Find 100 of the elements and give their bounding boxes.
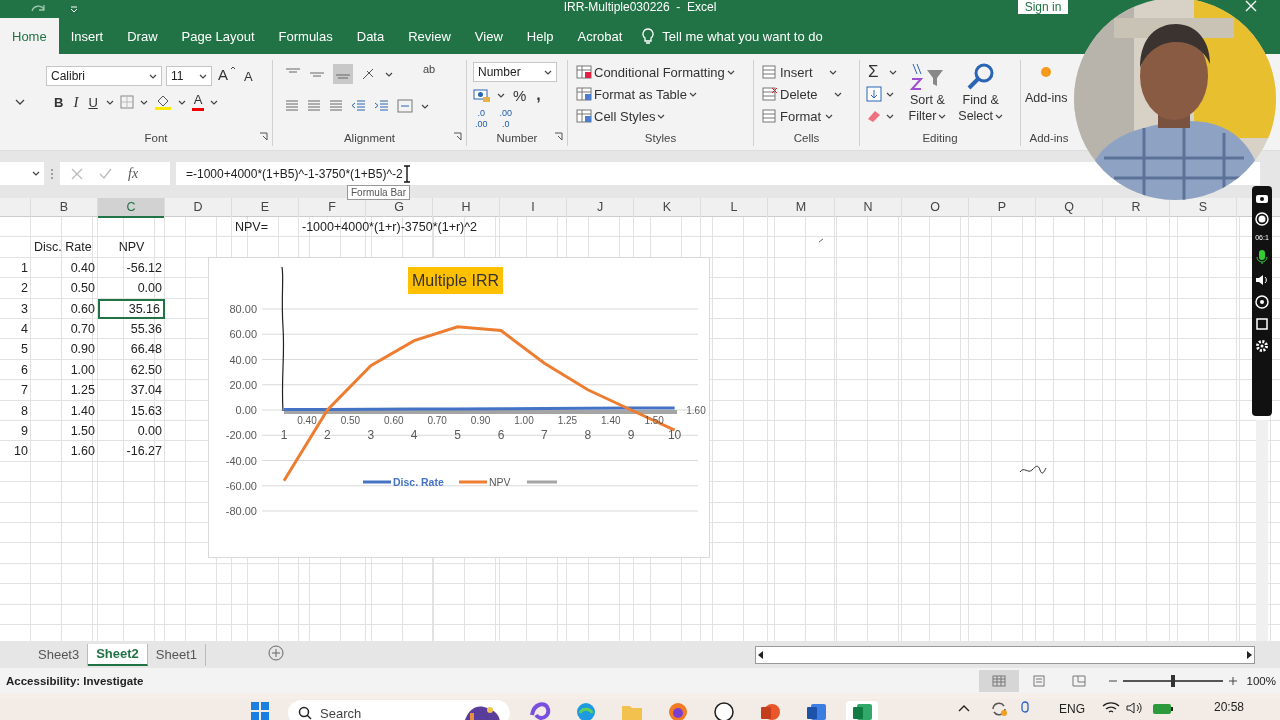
data-label: 1.40 — [601, 415, 621, 426]
column-header[interactable]: K — [634, 198, 701, 218]
group-label: Styles — [643, 132, 678, 146]
decrease-decimal-button[interactable]: .00 .0 — [497, 109, 515, 129]
battery-icon[interactable] — [1152, 701, 1174, 715]
sheet-tab[interactable]: Sheet1 — [147, 643, 207, 666]
decrease-indent-icon[interactable] — [351, 100, 366, 112]
find-select-button[interactable]: Find & Select — [956, 62, 1006, 132]
conditional-formatting-button[interactable]: Conditional Formatting — [574, 62, 747, 82]
sort-filter-button[interactable]: Sort & Filter — [906, 62, 949, 132]
webcam-icon[interactable] — [1255, 295, 1269, 309]
taskbar-search[interactable]: Search — [288, 700, 510, 720]
check-icon[interactable] — [98, 166, 112, 181]
bold-button[interactable]: B — [52, 92, 66, 112]
volume-icon[interactable] — [1126, 701, 1144, 715]
input-language[interactable]: ENG — [1059, 702, 1085, 716]
ribbon-tab[interactable]: Review — [396, 18, 463, 54]
italic-button[interactable]: I — [71, 92, 81, 112]
column-header[interactable]: E — [232, 198, 299, 218]
ribbon-tab[interactable]: Help — [514, 18, 566, 54]
ribbon-tab[interactable]: Formulas — [266, 18, 345, 54]
tell-me-search[interactable]: Tell me what you want to do — [662, 28, 823, 44]
formula-input[interactable]: =-1000+4000*(1+B5)^-1-3750*(1+B5)^-2 — [186, 166, 403, 181]
collapse-chevron-icon[interactable] — [15, 99, 25, 105]
redo-icon[interactable] — [30, 3, 46, 13]
column-header[interactable]: O — [902, 198, 969, 218]
column-header[interactable]: J — [567, 198, 634, 218]
start-icon[interactable] — [250, 701, 270, 720]
percent-button[interactable]: % — [511, 85, 529, 105]
ribbon-tab[interactable]: Data — [344, 18, 397, 54]
zoom-slider-thumb[interactable] — [1170, 674, 1175, 687]
close-icon[interactable] — [1244, 0, 1258, 12]
insert-function-button[interactable]: fx — [126, 163, 141, 184]
column-header[interactable]: H — [433, 198, 500, 218]
number-format-dropdown[interactable]: Number — [473, 62, 557, 82]
wifi-icon[interactable] — [1102, 701, 1120, 715]
accessibility-status[interactable]: Accessibility: Investigate — [0, 674, 144, 687]
column-header[interactable]: F — [299, 198, 366, 218]
scroll-left-icon[interactable] — [756, 649, 766, 660]
font-size-dropdown[interactable]: 11 — [166, 66, 212, 86]
font-color-button[interactable]: A — [191, 93, 205, 111]
format-cells-button[interactable]: Format — [760, 106, 853, 126]
column-header[interactable]: G — [366, 198, 433, 218]
sync-icon[interactable] — [990, 701, 1008, 717]
zoom-level[interactable]: 100% — [1246, 674, 1276, 687]
clock-time[interactable]: 20:58 — [1214, 700, 1245, 714]
column-header[interactable]: D — [165, 198, 232, 218]
autosum-button[interactable]: Σ — [866, 62, 899, 82]
camera-icon[interactable] — [1255, 192, 1269, 204]
column-header[interactable]: N — [835, 198, 902, 218]
comma-style-button[interactable]: , — [534, 85, 543, 105]
dialog-launcher-icon[interactable] — [453, 132, 462, 141]
underline-button[interactable]: U — [86, 92, 100, 112]
currency-icon[interactable] — [473, 87, 491, 103]
decrease-font-button[interactable]: A — [242, 66, 255, 86]
microphone-icon[interactable] — [1255, 249, 1269, 265]
add-sheet-icon[interactable] — [268, 645, 285, 661]
dialog-launcher-icon[interactable] — [259, 132, 268, 141]
format-as-table-button[interactable]: Format as Table — [574, 84, 747, 104]
column-header[interactable]: M — [768, 198, 835, 218]
ribbon-tab[interactable]: Insert — [58, 18, 116, 54]
horizontal-scrollbar[interactable] — [755, 645, 1255, 664]
wrap-text-button[interactable]: ab — [421, 64, 438, 84]
chevron-up-icon[interactable] — [958, 704, 970, 712]
quick-access-caret-icon[interactable] — [70, 5, 78, 13]
zoom-in-icon[interactable] — [1228, 676, 1237, 685]
column-header[interactable]: L — [701, 198, 768, 218]
increase-indent-icon[interactable] — [374, 100, 389, 112]
y-tick-label: 60.00 — [229, 328, 257, 341]
sign-in-button[interactable]: Sign in — [1018, 0, 1068, 14]
insert-cells-button[interactable]: Insert — [760, 62, 853, 82]
dialog-launcher-icon[interactable] — [554, 132, 563, 141]
settings-icon[interactable] — [1255, 339, 1269, 353]
ribbon-tab[interactable]: Draw — [115, 18, 170, 54]
cell-styles-button[interactable]: Cell Styles — [574, 106, 747, 126]
column-header[interactable]: I — [500, 198, 567, 218]
column-header[interactable]: P — [969, 198, 1036, 218]
normal-view-button[interactable] — [978, 669, 1019, 692]
increase-font-button[interactable]: A — [216, 66, 238, 86]
vertical-scrollbar[interactable] — [1256, 420, 1268, 641]
increase-decimal-button[interactable]: .0 .00 — [473, 109, 490, 129]
scroll-right-icon[interactable] — [1244, 649, 1254, 660]
ribbon-tab[interactable]: View — [462, 18, 515, 54]
fill-color-icon[interactable] — [153, 93, 172, 111]
group-label: Cells — [792, 132, 821, 146]
ribbon-tab[interactable]: Acrobat — [565, 18, 635, 54]
font-family-dropdown[interactable]: Calibri — [46, 66, 162, 86]
record-icon[interactable] — [1255, 212, 1269, 226]
add-ins-button[interactable]: Add-ins — [1025, 66, 1068, 106]
sheet-tab[interactable]: Sheet2 — [88, 643, 148, 666]
window-icon[interactable] — [1255, 317, 1269, 331]
fill-down-icon[interactable] — [866, 86, 882, 102]
speaker-icon[interactable] — [1255, 273, 1269, 287]
ribbon-tab[interactable]: Page Layout — [169, 18, 267, 54]
delete-cells-button[interactable]: Delete — [760, 84, 853, 104]
merge-cells-icon[interactable] — [397, 99, 413, 113]
ribbon-tab[interactable]: Home — [0, 18, 59, 54]
column-header[interactable]: C — [98, 198, 165, 218]
column-header[interactable]: Q — [1036, 198, 1103, 218]
eraser-icon[interactable] — [866, 109, 882, 123]
